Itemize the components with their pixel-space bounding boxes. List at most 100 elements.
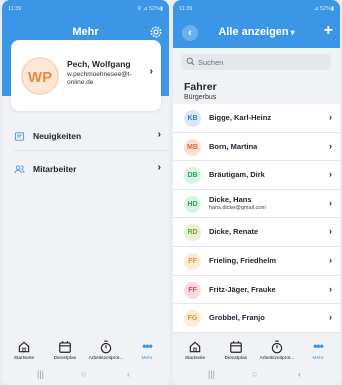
avatar: DB [184,167,201,185]
tab-arbeitszeit[interactable]: Arbeitszeitprot... [257,340,297,361]
system-nav-bar: ||| ○ ‹ [2,366,169,385]
status-time: 11:39 [8,6,22,12]
person-name: Fritz-Jäger, Frauke [209,284,276,294]
section-subtitle: Bürgerbus [184,94,217,101]
tab-mehr[interactable]: ••• Mehr [127,340,167,361]
avatar: FF [184,281,201,299]
recent-apps-icon[interactable]: ||| [37,369,44,379]
person-name: Grobbel, Franjo [209,313,265,323]
menu-item-label: Mitarbeiter [33,164,77,174]
home-icon [18,341,30,353]
person-name: Born, Martina [209,141,258,151]
chevron-right-icon: › [329,169,332,180]
calendar-icon [59,341,71,353]
person-name: Frieling, Friedhelm [209,255,277,265]
list-item[interactable]: KB Bigge, Karl-Heinz › [173,104,340,133]
tab-label: Arbeitszeitprot... [259,356,295,361]
system-nav-bar: ||| ○ ‹ [173,366,340,385]
back-icon[interactable]: ‹ [127,369,130,379]
tab-label: Mehr [141,356,153,361]
tab-label: Arbeitszeitprot... [88,356,124,361]
avatar: RD [184,224,201,242]
home-icon [189,341,201,353]
calendar-icon [230,341,242,353]
list-item[interactable]: MB Born, Martina › [173,133,340,162]
news-icon [14,132,25,141]
header-background: 11:39 ⊿ 52%▮ ‹ Alle anzeigen ▾ + [173,0,340,48]
add-button[interactable]: + [324,22,333,40]
person-name: Bigge, Karl-Heinz [209,113,272,122]
person-name: Dicke, Hans [209,194,252,204]
search-icon [186,57,195,66]
menu-item-label: Neuigkeiten [33,131,82,141]
people-icon [14,165,25,174]
page-title-text: Alle anzeigen [218,26,289,38]
divider [14,150,169,151]
tab-label: Startseite [13,356,35,361]
chevron-right-icon: › [329,140,332,151]
tab-startseite[interactable]: Startseite [175,340,215,361]
menu-item-neuigkeiten[interactable]: Neuigkeiten › [2,126,169,148]
status-bar: 11:39 ⚲ ⊿ 52%▮ [2,6,169,16]
avatar: WP [21,57,59,95]
employees-screen: 11:39 ⊿ 52%▮ ‹ Alle anzeigen▾ + Fahrer B… [173,0,340,385]
tab-label: Dienstplan [224,356,248,361]
recent-apps-icon[interactable]: ||| [208,369,215,379]
list-item[interactable]: DB Bräutigam, Dirk › [173,161,340,190]
home-circle-icon[interactable]: ○ [81,369,86,379]
person-email: hans.dicke@gmail.com [209,204,266,211]
chevron-right-icon: › [157,162,161,173]
tab-arbeitszeit[interactable]: Arbeitszeitprot... [86,340,126,361]
person-name: Dicke, Renate [209,227,259,237]
search-bar[interactable] [181,54,331,70]
section-title: Fahrer [184,81,217,93]
chevron-right-icon: › [149,66,153,77]
list-item[interactable]: RD Dicke, Renate › [173,218,340,247]
tab-mehr[interactable]: ••• Mehr [298,340,338,361]
page-title[interactable]: Alle anzeigen ▾ [173,26,340,38]
tab-dienstplan[interactable]: Dienstplan [216,340,256,361]
avatar: FF [184,252,201,270]
people-list: KB Bigge, Karl-Heinz › MB Born, Martina › DB Br… [173,104,340,333]
status-icons: ⚲ ⊿ 52%▮ [137,6,163,12]
tab-bar: Startseite Dienstplan Arbeitszeitprot...… [2,338,169,366]
tab-label: Dienstplan [53,356,77,361]
tab-startseite[interactable]: Startseite [4,340,44,361]
status-time: 11:39 [179,6,193,12]
status-icons: ⊿ 52%▮ [313,6,334,12]
chevron-right-icon: › [329,254,332,265]
avatar: FG [184,310,201,328]
chevron-right-icon: › [329,312,332,323]
avatar: MB [184,138,201,156]
gear-icon[interactable] [149,25,163,39]
profile-email: w.pechmoehnesee@t-online.de [67,71,132,86]
page-title: Mehr [72,26,99,38]
more-dots-icon: ••• [142,339,153,353]
list-item[interactable]: HD Dicke, Hans hans.dicke@gmail.com › [173,190,340,219]
list-item[interactable]: FG Grobbel, Franjo › [173,304,340,333]
home-circle-icon[interactable]: ○ [252,369,257,379]
chevron-right-icon: › [329,226,332,237]
search-input[interactable] [198,56,323,68]
tab-dienstplan[interactable]: Dienstplan [45,340,85,361]
chevron-right-icon: › [157,129,161,140]
chevron-right-icon: › [329,112,332,122]
chevron-right-icon: › [329,197,332,208]
status-bar: 11:39 ⊿ 52%▮ [173,6,340,16]
list-item[interactable]: FF Frieling, Friedhelm › [173,247,340,276]
chevron-down-icon: ▾ [290,28,295,37]
list-item[interactable]: FF Fritz-Jäger, Frauke › [173,276,340,305]
more-screen: 11:39 ⚲ ⊿ 52%▮ Mehr WP Pech, Wolfgang w.… [2,0,169,385]
person-name: Bräutigam, Dirk [209,170,265,180]
avatar: KB [184,110,201,127]
stopwatch-icon [271,340,283,354]
profile-card[interactable]: WP Pech, Wolfgang w.pechmoehnesee@t-onli… [11,40,161,111]
profile-name: Pech, Wolfgang [67,59,131,69]
chevron-right-icon: › [329,283,332,294]
more-dots-icon: ••• [313,339,324,353]
stopwatch-icon [100,340,112,354]
menu-item-mitarbeiter[interactable]: Mitarbeiter › [2,159,169,181]
back-icon[interactable]: ‹ [298,369,301,379]
tab-label: Startseite [184,356,206,361]
tab-bar: Startseite Dienstplan Arbeitszeitprot...… [173,338,340,366]
